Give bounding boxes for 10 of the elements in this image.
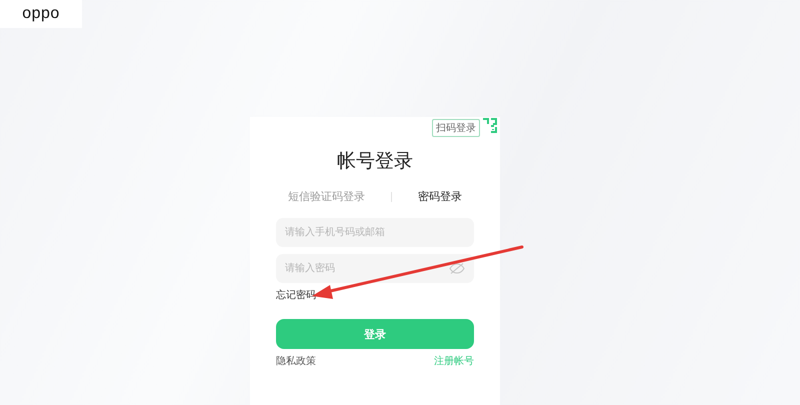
password-field[interactable]: 请输入密码 [276, 254, 474, 283]
login-title: 帐号登录 [336, 149, 414, 173]
qr-code-icon[interactable] [482, 117, 498, 133]
qr-login-tag[interactable]: 扫码登录 [432, 119, 480, 137]
privacy-policy-link[interactable]: 隐私政策 [276, 354, 316, 368]
account-field[interactable]: 请输入手机号码或邮箱 [276, 218, 474, 247]
logo[interactable]: oppo [0, 0, 82, 28]
login-tab[interactable]: 密码登录 [418, 189, 462, 204]
hidden-eye-icon[interactable] [449, 263, 465, 274]
forgot-password-link[interactable]: 忘记密码 [276, 288, 316, 302]
